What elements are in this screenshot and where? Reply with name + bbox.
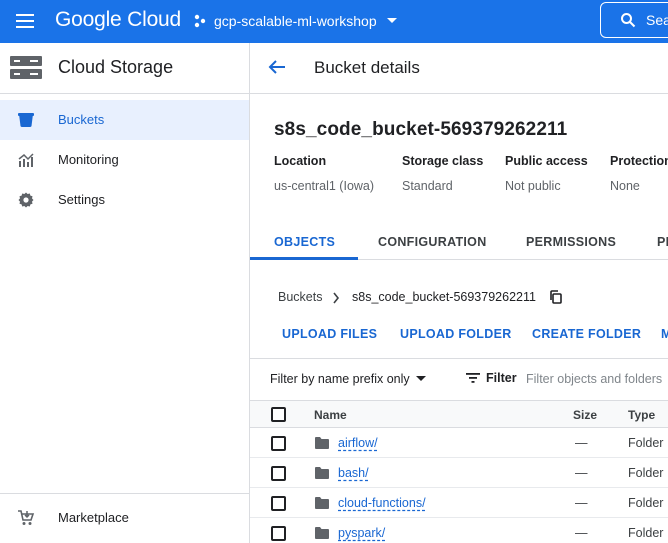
chevron-right-icon	[332, 292, 340, 304]
row-checkbox[interactable]	[271, 466, 286, 481]
search-box[interactable]: Sea	[600, 2, 668, 38]
column-header-size[interactable]: Size	[573, 408, 597, 422]
tab-configuration[interactable]: CONFIGURATION	[378, 235, 487, 249]
page-title: Bucket details	[314, 58, 420, 77]
hamburger-menu-icon[interactable]	[15, 11, 37, 31]
filter-mode-label: Filter by name prefix only	[270, 372, 410, 386]
filter-mode-select[interactable]: Filter by name prefix only	[270, 372, 426, 386]
google-cloud-logo[interactable]: Google Cloud	[55, 8, 181, 32]
project-name: gcp-scalable-ml-workshop	[214, 13, 377, 29]
property-label-storage-class: Storage class	[402, 154, 484, 168]
object-size: —	[575, 496, 588, 510]
folder-icon	[314, 496, 330, 510]
object-size: —	[575, 436, 588, 450]
object-size: —	[575, 466, 588, 480]
object-name-link[interactable]: cloud-functions/	[338, 496, 426, 510]
table-row: airflow/ — Folder	[250, 428, 668, 458]
sidebar-item-label: Monitoring	[58, 152, 119, 167]
active-tab-indicator	[250, 257, 358, 260]
project-dots-icon	[193, 14, 207, 28]
sidebar-item-buckets[interactable]: Buckets	[0, 100, 249, 140]
main-content: Bucket details s8s_code_bucket-569379262…	[250, 43, 668, 543]
sidebar: Cloud Storage Buckets Monitoring Setting…	[0, 43, 250, 543]
chevron-down-icon	[386, 17, 398, 25]
sidebar-title: Cloud Storage	[58, 57, 174, 77]
property-label-public-access: Public access	[505, 154, 588, 168]
table-row: cloud-functions/ — Folder	[250, 488, 668, 518]
copy-icon[interactable]	[549, 290, 563, 304]
cart-icon	[17, 509, 35, 527]
upload-folder-button[interactable]: UPLOAD FOLDER	[400, 327, 512, 341]
top-app-bar: Google Cloud gcp-scalable-ml-workshop Se…	[0, 0, 668, 43]
filter-bar: Filter by name prefix only Filter	[250, 358, 668, 400]
sidebar-footer: Marketplace	[0, 493, 249, 543]
table-row: pyspark/ — Folder	[250, 518, 668, 543]
column-header-name[interactable]: Name	[314, 408, 347, 422]
sidebar-item-label: Settings	[58, 192, 105, 207]
bucket-icon	[17, 111, 35, 129]
project-picker[interactable]: gcp-scalable-ml-workshop	[193, 8, 398, 34]
gear-icon	[17, 191, 35, 209]
table-row: bash/ — Folder	[250, 458, 668, 488]
filter-button[interactable]: Filter	[466, 371, 517, 385]
object-type: Folder	[628, 496, 664, 510]
filter-objects-input[interactable]	[526, 365, 668, 393]
sidebar-header: Cloud Storage	[0, 43, 249, 94]
row-checkbox[interactable]	[271, 526, 286, 541]
dropdown-arrow-icon	[415, 376, 426, 382]
sidebar-item-marketplace[interactable]: Marketplace	[0, 498, 249, 538]
more-actions-button[interactable]: M	[661, 327, 668, 341]
property-value-protection: None	[610, 179, 640, 193]
sidebar-item-label: Buckets	[58, 112, 105, 127]
monitoring-chart-icon	[17, 151, 35, 169]
breadcrumb-current: s8s_code_bucket-569379262211	[352, 290, 536, 304]
property-value-location: us-central1 (Iowa)	[274, 179, 375, 193]
upload-files-button[interactable]: UPLOAD FILES	[282, 327, 377, 341]
filter-lines-icon	[466, 373, 480, 383]
folder-icon	[314, 466, 330, 480]
property-label-location: Location	[274, 154, 327, 168]
property-value-public-access: Not public	[505, 179, 561, 193]
sidebar-item-settings[interactable]: Settings	[0, 180, 249, 220]
sidebar-item-monitoring[interactable]: Monitoring	[0, 140, 249, 180]
object-type: Folder	[628, 526, 664, 540]
object-size: —	[575, 526, 588, 540]
page-header: Bucket details	[250, 43, 668, 94]
tab-objects[interactable]: OBJECTS	[274, 235, 335, 249]
property-value-storage-class: Standard	[402, 179, 453, 193]
bucket-name-heading: s8s_code_bucket-569379262211	[274, 119, 568, 140]
folder-icon	[314, 436, 330, 450]
column-header-type[interactable]: Type	[628, 408, 655, 422]
breadcrumb-buckets[interactable]: Buckets	[278, 290, 322, 304]
tab-protection[interactable]: PI	[657, 235, 668, 249]
object-name-link[interactable]: airflow/	[338, 436, 378, 450]
select-all-checkbox[interactable]	[271, 407, 286, 422]
cloud-storage-icon	[10, 55, 42, 81]
search-icon	[620, 12, 636, 28]
filter-button-label: Filter	[486, 371, 517, 385]
row-checkbox[interactable]	[271, 496, 286, 511]
row-checkbox[interactable]	[271, 436, 286, 451]
sidebar-item-label: Marketplace	[58, 510, 129, 525]
create-folder-button[interactable]: CREATE FOLDER	[532, 327, 641, 341]
object-type: Folder	[628, 436, 664, 450]
tab-permissions[interactable]: PERMISSIONS	[526, 235, 616, 249]
object-name-link[interactable]: bash/	[338, 466, 369, 480]
back-arrow-icon[interactable]	[267, 57, 287, 77]
property-label-protection: Protection	[610, 154, 668, 168]
object-name-link[interactable]: pyspark/	[338, 526, 385, 540]
folder-icon	[314, 526, 330, 540]
table-header: Name Size Type	[250, 400, 668, 428]
search-label: Sea	[646, 12, 668, 28]
object-type: Folder	[628, 466, 664, 480]
